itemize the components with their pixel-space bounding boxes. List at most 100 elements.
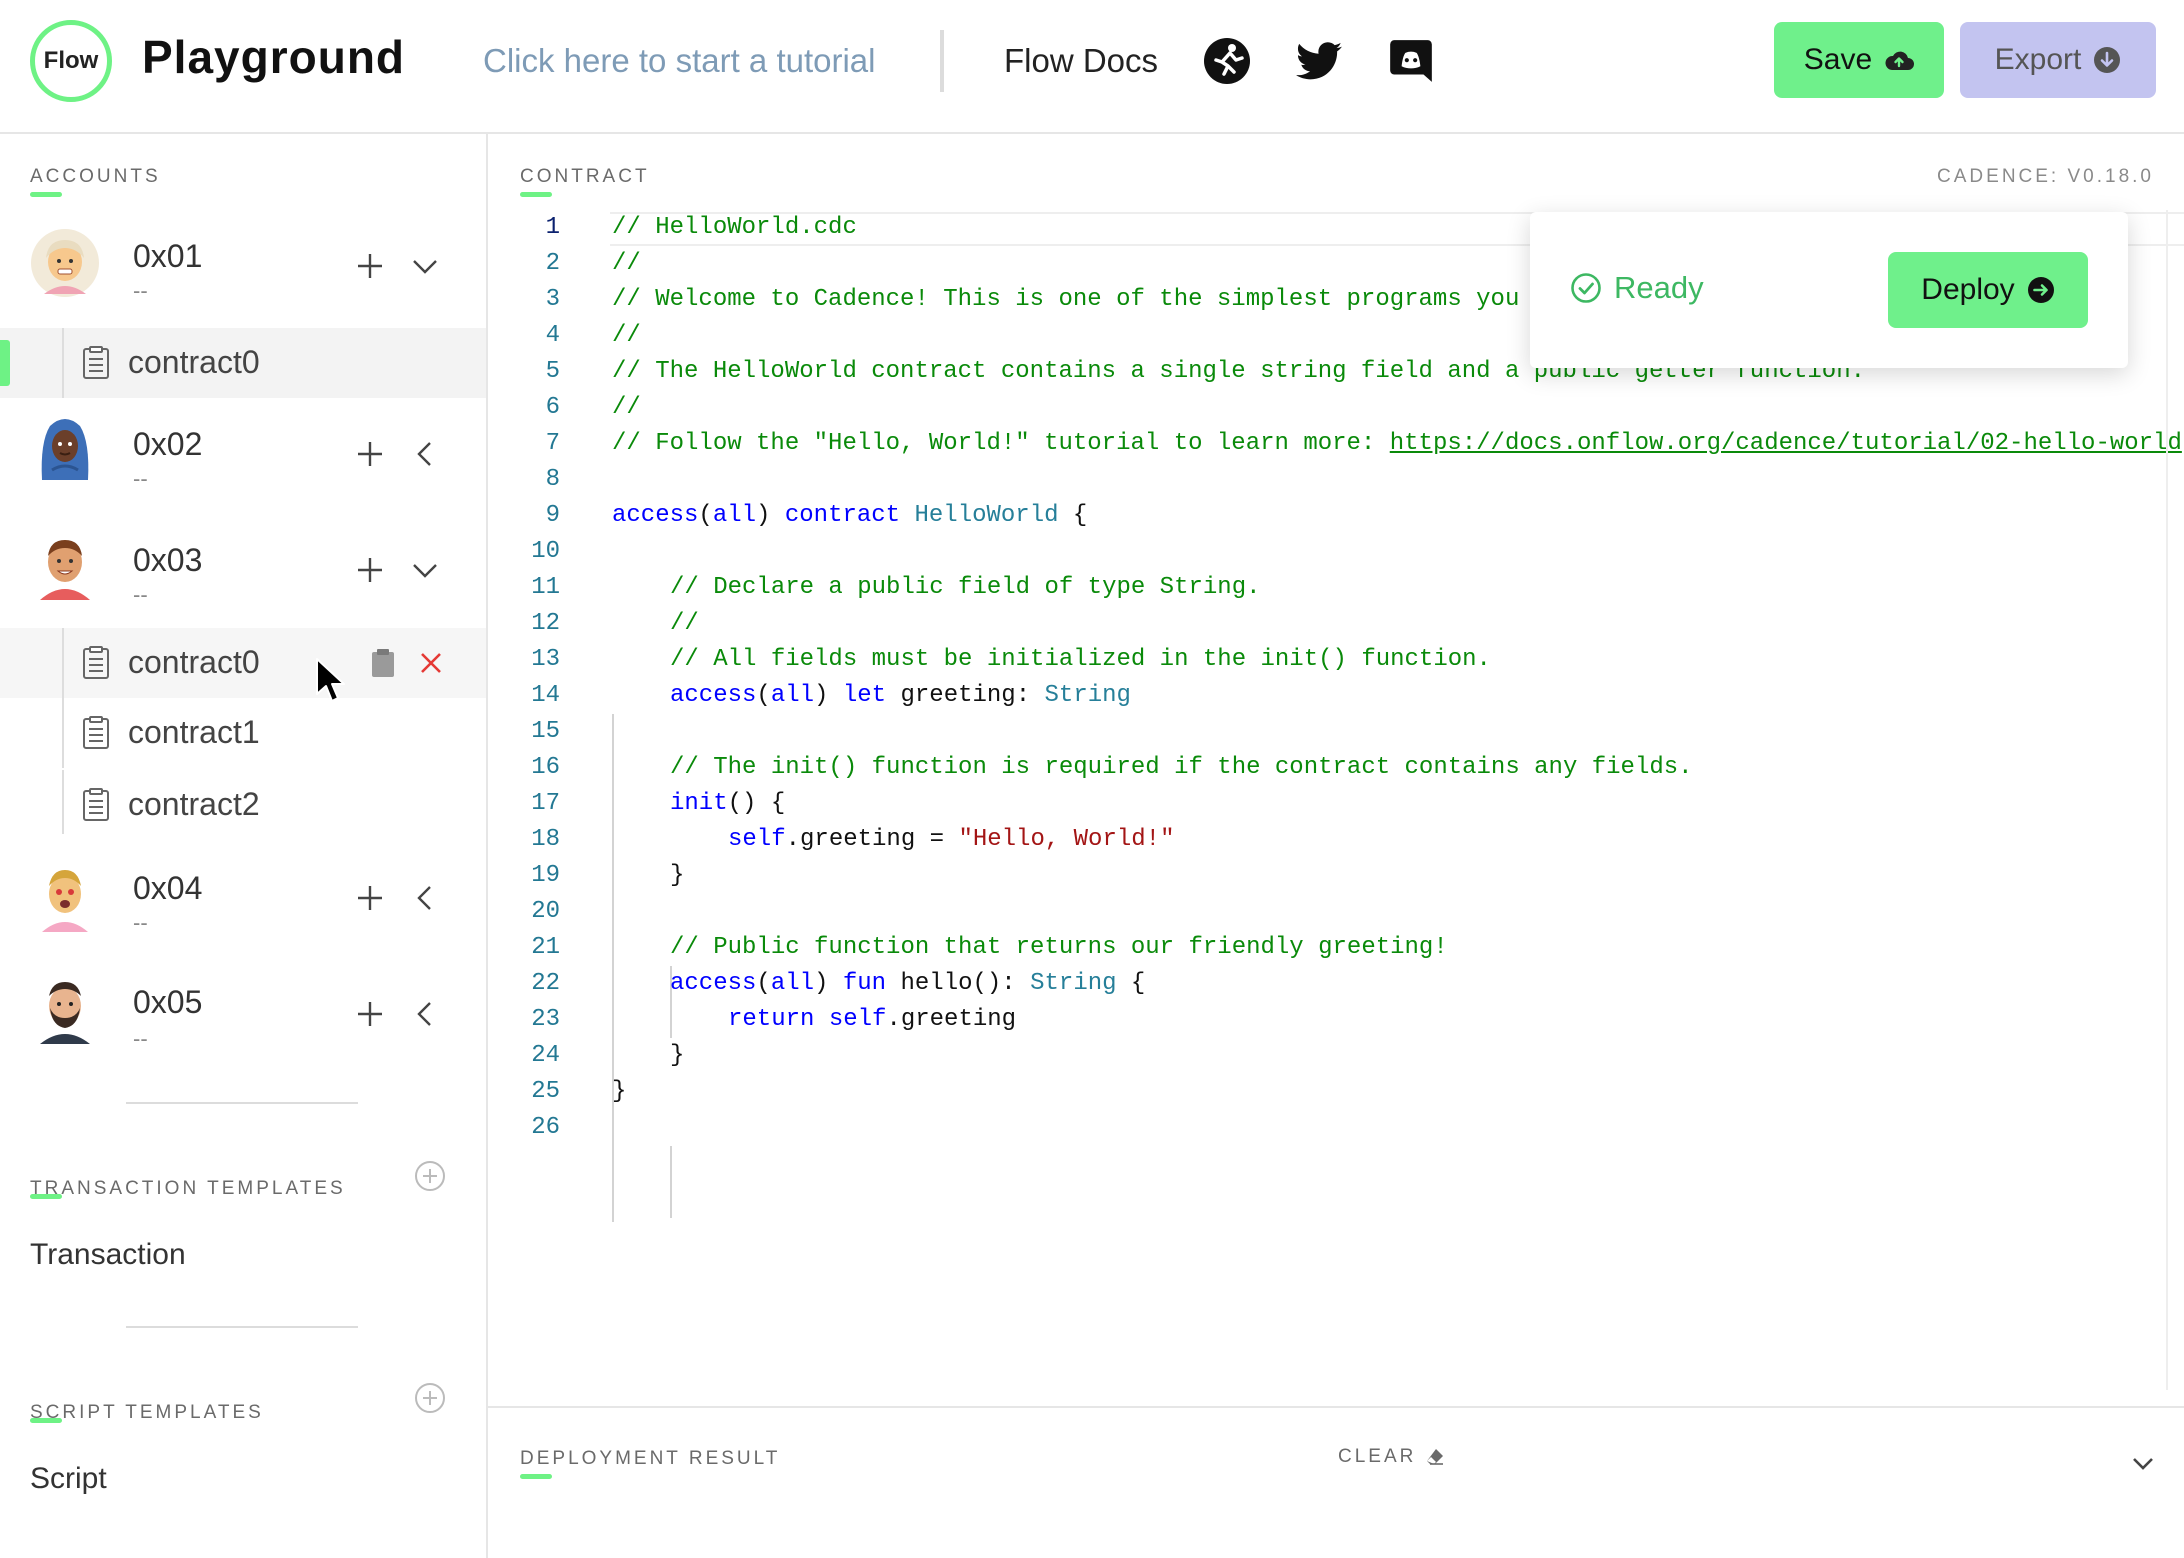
line-number: 3 bbox=[545, 286, 560, 313]
tutorial-url-link[interactable]: https://docs.onflow.org/cadence/tutorial… bbox=[1390, 430, 2182, 457]
clear-button[interactable]: CLEAR bbox=[1338, 1446, 1446, 1468]
code-line: } bbox=[670, 862, 685, 889]
editor-scrollbar[interactable] bbox=[2166, 210, 2184, 1390]
flow-docs-link[interactable]: Flow Docs bbox=[1004, 42, 1158, 80]
contract-item[interactable]: contract2 bbox=[0, 770, 486, 840]
accounts-underline bbox=[30, 192, 62, 197]
contract-item[interactable]: contract1 bbox=[0, 698, 486, 768]
code-identifier: .greeting = bbox=[785, 826, 959, 853]
code-comment: // Follow the "Hello, World!" tutorial t… bbox=[612, 430, 1390, 457]
clipboard-icon[interactable] bbox=[370, 648, 396, 678]
code-keyword: self bbox=[828, 1006, 887, 1033]
account-0x02[interactable]: 0x02 -- bbox=[0, 404, 486, 504]
code-identifier: hello(): bbox=[886, 970, 1031, 997]
add-contract-icon[interactable] bbox=[354, 998, 386, 1030]
save-button[interactable]: Save bbox=[1774, 22, 1944, 98]
document-icon bbox=[83, 788, 109, 821]
code-line: // bbox=[612, 394, 641, 421]
discord-icon[interactable] bbox=[1386, 36, 1436, 86]
line-number: 25 bbox=[531, 1078, 560, 1105]
contract-label: CONTRACT bbox=[520, 166, 650, 187]
code-line: // Welcome to Cadence! This is one of th… bbox=[612, 286, 1520, 313]
flow-logo[interactable]: Flow bbox=[30, 20, 112, 102]
line-number: 6 bbox=[545, 394, 560, 421]
line-number: 10 bbox=[531, 538, 560, 565]
code-line: return self.greeting bbox=[728, 1002, 1016, 1038]
deploy-button[interactable]: Deploy bbox=[1888, 252, 2088, 328]
transaction-item[interactable]: Transaction bbox=[30, 1238, 186, 1272]
top-header: Flow Playground Click here to start a tu… bbox=[0, 0, 2184, 134]
script-templates-label: SCRIPT TEMPLATES bbox=[30, 1402, 264, 1423]
code-line: access(all) fun hello(): String { bbox=[670, 970, 1146, 997]
add-contract-icon[interactable] bbox=[354, 438, 386, 470]
line-number: 15 bbox=[531, 718, 560, 745]
code-keyword: access bbox=[670, 682, 757, 709]
code-line: // The init() function is required if th… bbox=[670, 754, 1693, 781]
contract-item[interactable]: contract0 bbox=[0, 628, 486, 698]
eraser-icon bbox=[1427, 1449, 1444, 1465]
code-line: } bbox=[612, 1078, 627, 1105]
download-circle-icon bbox=[2094, 47, 2121, 73]
script-item[interactable]: Script bbox=[30, 1462, 107, 1496]
export-button[interactable]: Export bbox=[1960, 22, 2156, 98]
line-number: 12 bbox=[531, 610, 560, 637]
chevron-down-icon[interactable] bbox=[408, 249, 442, 283]
delete-icon[interactable] bbox=[418, 650, 444, 676]
line-number: 2 bbox=[545, 250, 560, 277]
runner-icon[interactable] bbox=[1202, 36, 1252, 86]
code-keyword: let bbox=[842, 682, 887, 709]
chevron-left-icon[interactable] bbox=[408, 881, 442, 915]
account-address: 0x01 bbox=[133, 238, 203, 274]
contract-name: contract2 bbox=[128, 786, 260, 822]
chevron-down-icon[interactable] bbox=[408, 553, 442, 587]
arrow-right-circle-icon bbox=[2027, 277, 2054, 303]
account-0x04[interactable]: 0x04 -- bbox=[0, 848, 486, 948]
line-number: 26 bbox=[531, 1114, 560, 1141]
account-subtitle: -- bbox=[133, 278, 148, 303]
add-transaction-icon[interactable] bbox=[414, 1160, 446, 1192]
add-contract-icon[interactable] bbox=[354, 554, 386, 586]
tutorial-link[interactable]: Click here to start a tutorial bbox=[483, 42, 876, 80]
check-circle-icon bbox=[1571, 273, 1601, 303]
code-string: "Hello, World!" bbox=[958, 826, 1175, 853]
add-script-icon[interactable] bbox=[414, 1382, 446, 1414]
code-line: } bbox=[670, 1042, 685, 1069]
code-line: access(all) let greeting: String bbox=[670, 682, 1131, 709]
tree-line bbox=[62, 628, 64, 698]
chevron-down-icon[interactable] bbox=[2128, 1448, 2158, 1478]
code-line: init() { bbox=[670, 790, 786, 817]
account-0x05[interactable]: 0x05 -- bbox=[0, 964, 486, 1064]
line-number: 16 bbox=[531, 754, 560, 781]
twitter-icon[interactable] bbox=[1294, 36, 1344, 86]
line-number: 7 bbox=[545, 430, 560, 457]
line-number: 13 bbox=[531, 646, 560, 673]
line-number: 21 bbox=[531, 934, 560, 961]
add-contract-icon[interactable] bbox=[354, 250, 386, 282]
account-address: 0x05 bbox=[133, 984, 203, 1020]
account-0x03[interactable]: 0x03 -- bbox=[0, 520, 486, 620]
code-line: // All fields must be initialized in the… bbox=[670, 646, 1491, 673]
line-number: 22 bbox=[531, 970, 560, 997]
add-contract-icon[interactable] bbox=[354, 882, 386, 914]
avatar-0x04 bbox=[42, 870, 88, 932]
account-subtitle: -- bbox=[133, 466, 148, 491]
deploy-card: Ready Deploy bbox=[1530, 212, 2128, 368]
account-0x01[interactable]: 0x01 -- bbox=[0, 216, 486, 316]
contract-name: contract0 bbox=[128, 344, 260, 380]
line-number: 19 bbox=[531, 862, 560, 889]
save-label: Save bbox=[1803, 43, 1873, 76]
cloud-upload-icon bbox=[1885, 51, 1915, 70]
code-keyword: self bbox=[728, 826, 786, 853]
deploy-label: Deploy bbox=[1921, 273, 2015, 306]
section-separator bbox=[126, 1326, 358, 1328]
line-number: 18 bbox=[531, 826, 560, 853]
deployment-result-label: DEPLOYMENT RESULT bbox=[520, 1448, 781, 1469]
code-editor[interactable]: 1 // HelloWorld.cdc 2 // 3 // Welcome to Ca… bbox=[488, 210, 2184, 1360]
contract-label-underline bbox=[520, 192, 552, 197]
line-number: 11 bbox=[531, 574, 560, 601]
avatar-0x02 bbox=[41, 419, 89, 480]
chevron-left-icon[interactable] bbox=[408, 437, 442, 471]
section-separator bbox=[126, 1102, 358, 1104]
chevron-left-icon[interactable] bbox=[408, 997, 442, 1031]
contract-item-active[interactable]: contract0 bbox=[0, 328, 486, 398]
